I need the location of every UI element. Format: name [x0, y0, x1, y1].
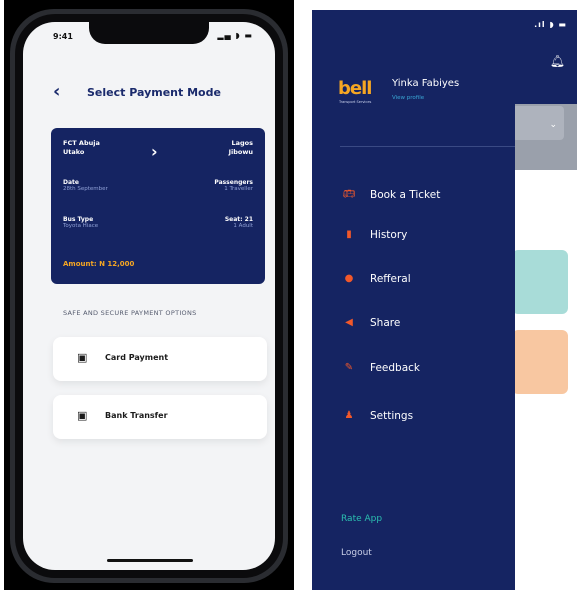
trip-passengers-value: 1 Traveller [224, 186, 253, 192]
trip-date-label: Date [63, 179, 79, 186]
background-teal-card [512, 250, 568, 314]
trip-origin-city: FCT Abuja [63, 139, 100, 147]
document-icon: ▮ [346, 229, 352, 240]
bank-transfer-option[interactable]: ▣ Bank Transfer [53, 395, 267, 439]
trip-destination: Lagos Jibowu [229, 139, 253, 157]
trip-bus-label: Bus Type [63, 216, 94, 223]
left-phone-mockup: 9:41 ▂▄ ◗ ▬ ‹ Select Payment Mode FCT Ab… [4, 0, 294, 590]
bus-icon: 🚌︎ [342, 189, 356, 200]
bank-transfer-label: Bank Transfer [105, 411, 168, 420]
menu-item-share[interactable]: ◀ Share [340, 314, 510, 336]
status-bar: 9:41 ▂▄ ◗ ▬ [23, 30, 275, 44]
rate-app-link[interactable]: Rate App [341, 514, 382, 524]
trip-bus-value: Toyota Hiace [63, 223, 99, 229]
megaphone-icon: ◀ [345, 317, 353, 328]
trip-seat-value: 1 Adult [233, 223, 253, 229]
trip-summary-card: FCT Abuja Utako › Lagos Jibowu Date 28th… [51, 128, 265, 284]
user-settings-icon: ♟ [344, 410, 354, 421]
bank-icon: ▣ [77, 409, 88, 422]
notification-bell-icon[interactable]: 🔔︎ [550, 54, 565, 68]
globe-icon: ● [344, 273, 354, 284]
bell-logo: bell Transport Services [338, 78, 378, 104]
trip-bus-type: Bus Type Toyota Hiace [63, 216, 98, 229]
trip-date: Date 28th September [63, 179, 108, 192]
status-time: 9:41 [53, 32, 73, 41]
menu-item-label: History [370, 229, 408, 241]
back-arrow-icon[interactable]: ‹ [53, 81, 60, 102]
status-icons: ▂▄ ◗ ▬ [217, 31, 253, 40]
trip-passengers-label: Passengers [214, 179, 253, 186]
trip-amount: Amount: N 12,000 [63, 260, 135, 268]
right-phone-screen: .ıl ◗ ▬ 🔔︎ ⌄ bell Transport Services Yin… [312, 10, 577, 590]
menu-item-settings[interactable]: ♟ Settings [340, 407, 510, 429]
logout-link[interactable]: Logout [341, 548, 372, 558]
bell-logo-text: bell [338, 78, 372, 99]
trip-passengers: Passengers 1 Traveller [214, 179, 253, 192]
payment-screen: 9:41 ▂▄ ◗ ▬ ‹ Select Payment Mode FCT Ab… [23, 22, 275, 570]
background-peach-card [512, 330, 568, 394]
screen-header: ‹ Select Payment Mode [23, 81, 275, 104]
trip-origin-terminal: Utako [63, 148, 85, 156]
menu-item-label: Share [370, 317, 401, 329]
secure-options-label: SAFE AND SECURE PAYMENT OPTIONS [63, 309, 197, 317]
trip-destination-terminal: Jibowu [228, 148, 253, 156]
card-payment-option[interactable]: ▣ Card Payment [53, 337, 267, 381]
home-indicator [107, 559, 193, 562]
menu-item-history[interactable]: ▮ History [340, 226, 510, 248]
trip-seat: Seat: 21 1 Adult [225, 216, 253, 229]
chevron-down-icon: ⌄ [549, 120, 557, 130]
trip-seat-label: Seat: 21 [224, 216, 253, 223]
phone-bezel: 9:41 ▂▄ ◗ ▬ ‹ Select Payment Mode FCT Ab… [15, 14, 283, 578]
menu-item-feedback[interactable]: ✎ Feedback [340, 359, 510, 381]
view-profile-link[interactable]: View profile [392, 95, 424, 101]
phone-frame: 9:41 ▂▄ ◗ ▬ ‹ Select Payment Mode FCT Ab… [10, 9, 288, 583]
wallet-icon: ▣ [77, 351, 88, 364]
navigation-drawer: bell Transport Services Yinka Fabiyes Vi… [312, 10, 515, 590]
menu-item-book-ticket[interactable]: 🚌︎ Book a Ticket [340, 186, 510, 208]
bell-logo-subtext: Transport Services [339, 100, 372, 104]
menu-item-label: Book a Ticket [370, 189, 441, 201]
menu-item-refferal[interactable]: ● Refferal [340, 270, 510, 292]
trip-destination-city: Lagos [231, 139, 253, 147]
page-title: Select Payment Mode [87, 86, 221, 99]
drawer-divider [340, 146, 515, 147]
menu-item-label: Settings [370, 410, 414, 422]
chevron-right-icon: › [151, 142, 158, 161]
menu-item-label: Feedback [370, 362, 421, 374]
trip-date-value: 28th September [63, 186, 108, 192]
pencil-icon: ✎ [344, 362, 354, 373]
card-payment-label: Card Payment [105, 353, 169, 362]
status-icons: .ıl ◗ ▬ [534, 20, 567, 29]
menu-item-label: Refferal [370, 273, 411, 285]
trip-origin: FCT Abuja Utako [63, 139, 100, 157]
user-name: Yinka Fabiyes [392, 78, 460, 89]
